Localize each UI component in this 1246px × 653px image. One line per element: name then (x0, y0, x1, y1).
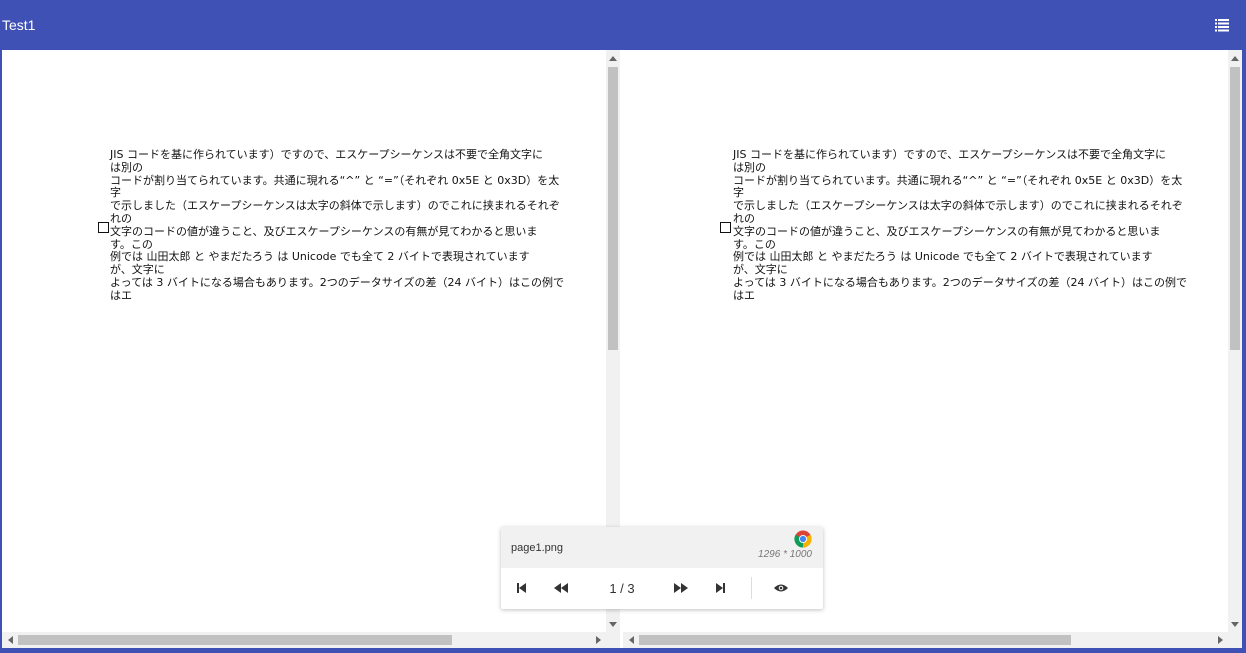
scroll-down-arrow-icon[interactable] (606, 617, 620, 631)
text-line: れの (110, 211, 132, 225)
text-line: はエ (733, 288, 755, 302)
text-line: は別の (110, 160, 143, 174)
horizontal-scrollbar-right[interactable] (623, 632, 1228, 648)
scroll-left-arrow-icon[interactable] (3, 633, 17, 647)
text-line: れの (733, 211, 755, 225)
text-line: 文字のコードの値が違うこと、及びエスケープシーケンスの有無が見てわかると思いま (733, 224, 1161, 238)
controls-divider (751, 577, 752, 599)
scroll-right-arrow-icon[interactable] (591, 633, 605, 647)
scroll-down-arrow-icon[interactable] (1228, 617, 1242, 631)
app-window: Test1 JIS コードを基に作られています）ですので、エスケープシーケンスは… (0, 0, 1246, 653)
text-line: 文字のコードの値が違うこと、及びエスケープシーケンスの有無が見てわかると思いま (110, 224, 538, 238)
list-icon[interactable] (1214, 17, 1230, 33)
text-line: 例では 山田太郎 と やまだたろう は Unicode でも全て 2 バイトで表… (733, 250, 1153, 264)
text-line: コードが割り当てられています。共通に現れる“^” と “=”（それぞれ 0x5E… (110, 173, 560, 187)
file-name: page1.png (511, 542, 563, 554)
text-line: で示しました（エスケープシーケンスは太字の斜体で示します）のでこれに挟まれるそれ… (110, 199, 560, 213)
text-line: 例では 山田太郎 と やまだたろう は Unicode でも全て 2 バイトで表… (110, 250, 530, 264)
horizontal-scroll-thumb[interactable] (639, 635, 1071, 645)
vertical-scroll-thumb[interactable] (608, 67, 618, 350)
horizontal-scroll-thumb[interactable] (18, 635, 452, 645)
text-line: で示しました（エスケープシーケンスは太字の斜体で示します）のでこれに挟まれるそれ… (733, 199, 1183, 213)
missing-glyph-box (720, 222, 731, 233)
last-page-icon[interactable] (713, 580, 729, 596)
text-line: JIS コードを基に作られています）ですので、エスケープシーケンスは不要で全角文… (733, 148, 1166, 161)
text-line: コードが割り当てられています。共通に現れる“^” と “=”（それぞれ 0x5E… (733, 173, 1183, 187)
text-line: よっては 3 バイトになる場合もあります。2つのデータサイズの差（24 バイト）… (110, 275, 564, 289)
page-text-right: JIS コードを基に作られています）ですので、エスケープシーケンスは不要で全角文… (733, 148, 1187, 303)
text-line: はエ (110, 288, 132, 302)
text-line: よっては 3 バイトになる場合もあります。2つのデータサイズの差（24 バイト）… (733, 275, 1187, 289)
page-indicator: 1 / 3 (609, 581, 635, 596)
text-line: JIS コードを基に作られています）ですので、エスケープシーケンスは不要で全角文… (110, 148, 543, 161)
scroll-up-arrow-icon[interactable] (1228, 51, 1242, 65)
missing-glyph-box (98, 222, 109, 233)
scroll-corner (1228, 632, 1242, 648)
scroll-corner (606, 632, 620, 648)
app-title: Test1 (2, 17, 36, 33)
image-viewer-card: page1.png 1296 * 1000 1 / 3 (501, 527, 823, 609)
chrome-icon (794, 530, 812, 548)
vertical-scrollbar-right[interactable] (1228, 50, 1242, 632)
scroll-right-arrow-icon[interactable] (1213, 633, 1227, 647)
app-bar: Test1 (0, 0, 1246, 50)
viewer-header: page1.png 1296 * 1000 (501, 527, 823, 568)
first-page-icon[interactable] (513, 580, 529, 596)
horizontal-scrollbar-left[interactable] (2, 632, 606, 648)
scroll-left-arrow-icon[interactable] (624, 633, 638, 647)
eye-icon[interactable] (773, 580, 789, 596)
text-line: は別の (733, 160, 766, 174)
image-dimensions: 1296 * 1000 (758, 549, 812, 560)
next-page-icon[interactable] (673, 580, 689, 596)
viewer-controls: 1 / 3 (501, 568, 823, 609)
scroll-up-arrow-icon[interactable] (606, 51, 620, 65)
vertical-scroll-thumb[interactable] (1230, 67, 1240, 350)
page-text-left: JIS コードを基に作られています）ですので、エスケープシーケンスは不要で全角文… (110, 148, 564, 303)
previous-page-icon[interactable] (553, 580, 569, 596)
